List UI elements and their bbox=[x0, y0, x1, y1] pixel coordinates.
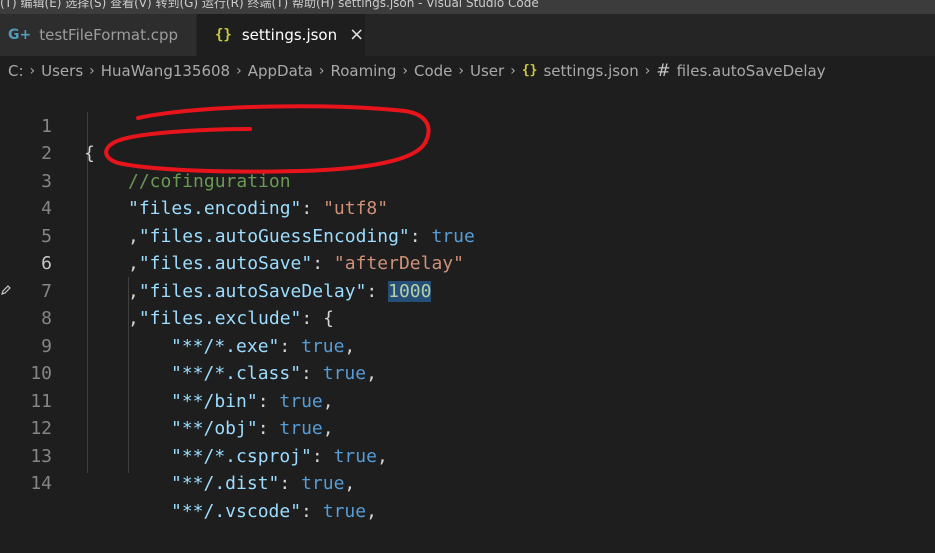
chevron-right-icon: › bbox=[318, 62, 325, 79]
code-line: 7 ,"files.exclude": { bbox=[0, 250, 935, 330]
code-line: 13 "**/.dist": true, bbox=[0, 415, 935, 495]
tab-settings-json[interactable]: {} settings.json × bbox=[197, 14, 365, 56]
json-key: "**/.dist" bbox=[171, 473, 280, 494]
chevron-right-icon: › bbox=[89, 62, 95, 79]
breadcrumb-item[interactable]: settings.json bbox=[543, 62, 638, 80]
code-line: 14 "**/.vscode": true, bbox=[0, 443, 935, 522]
chevron-right-icon: › bbox=[510, 62, 516, 79]
code-editor[interactable]: 1 { 2 //cofinguration 3 "files.encoding"… bbox=[0, 85, 935, 522]
code-line: 10 "**/bin": true, bbox=[0, 333, 935, 412]
tab-bar: G+ testFileFormat.cpp {} settings.json × bbox=[0, 14, 935, 56]
code-line: 3 "files.encoding": "utf8" bbox=[0, 140, 935, 220]
json-value: true bbox=[322, 500, 367, 522]
code-line: 4 ,"files.autoGuessEncoding": true bbox=[0, 168, 935, 247]
chevron-right-icon: › bbox=[236, 62, 242, 79]
menu-bar: (T) 编辑(E) 选择(S) 查看(V) 转到(G) 运行(R) 终端(T) … bbox=[0, 0, 935, 14]
json-value: true bbox=[301, 473, 345, 494]
chevron-right-icon: › bbox=[644, 62, 651, 79]
tab-label: testFileFormat.cpp bbox=[39, 26, 179, 44]
breadcrumb-item[interactable]: HuaWang135608 bbox=[101, 62, 230, 80]
breadcrumb-item[interactable]: C: bbox=[8, 62, 24, 80]
code-line-current: 6 ,"files.autoSaveDelay": 1000 bbox=[0, 223, 935, 302]
tab-label: settings.json bbox=[241, 26, 338, 44]
json-key: "**/.vscode" bbox=[171, 500, 302, 522]
breadcrumb-item[interactable]: Roaming bbox=[330, 62, 396, 80]
chevron-right-icon: › bbox=[458, 62, 465, 79]
chevron-right-icon: › bbox=[29, 62, 36, 79]
code-line: 9 "**/*.class": true, bbox=[0, 305, 935, 385]
breadcrumb-item[interactable]: AppData bbox=[248, 62, 313, 80]
breadcrumb-item[interactable]: files.autoSaveDelay bbox=[677, 62, 826, 80]
code-line: 1 { bbox=[0, 85, 935, 165]
json-icon: {} bbox=[215, 27, 232, 43]
breadcrumb-item[interactable]: Code bbox=[414, 62, 452, 80]
breadcrumb: C: › Users › HuaWang135608 › AppData › R… bbox=[0, 56, 935, 85]
json-icon: {} bbox=[521, 63, 538, 78]
cpp-icon: G+ bbox=[8, 27, 32, 43]
code-line: 12 "**/*.csproj": true, bbox=[0, 388, 935, 467]
tab-testfileformat-cpp[interactable]: G+ testFileFormat.cpp bbox=[0, 14, 196, 56]
breadcrumb-item[interactable]: User bbox=[470, 62, 504, 80]
code-line: 11 "**/obj": true, bbox=[0, 360, 935, 440]
chevron-right-icon: › bbox=[402, 62, 408, 79]
line-number: 14 bbox=[30, 473, 52, 494]
symbol-key-icon: # bbox=[656, 60, 671, 81]
code-line: 8 "**/*.exe": true, bbox=[0, 278, 935, 357]
code-line: 5 ,"files.autoSave": "afterDelay" bbox=[0, 195, 935, 275]
breadcrumb-item[interactable]: Users bbox=[41, 62, 83, 80]
menu-bar-text: (T) 编辑(E) 选择(S) 查看(V) 转到(G) 运行(R) 终端(T) … bbox=[0, 0, 539, 10]
close-icon[interactable]: × bbox=[349, 26, 364, 44]
code-line: 2 //cofinguration bbox=[0, 113, 935, 192]
